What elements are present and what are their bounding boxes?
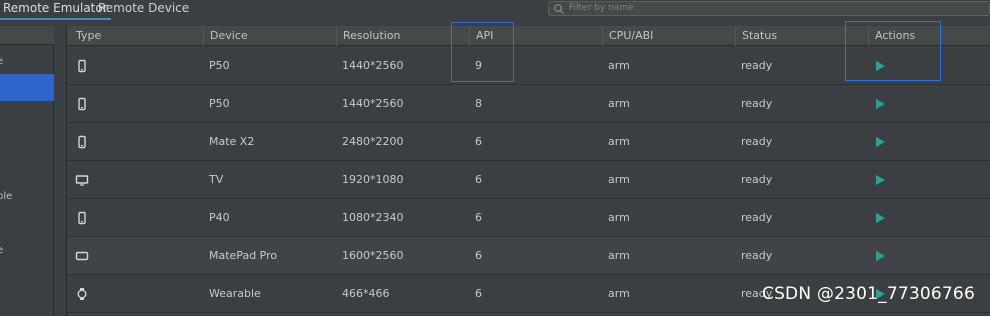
cell-resolution: 2480*2200	[342, 135, 404, 148]
cell-resolution: 1920*1080	[342, 173, 404, 186]
search-input[interactable]	[569, 2, 979, 15]
play-icon[interactable]	[874, 250, 886, 262]
sidebar-header	[0, 26, 54, 45]
cell-cpu: arm	[608, 97, 630, 110]
cell-cpu: arm	[608, 173, 630, 186]
cell-resolution: 466*466	[342, 287, 390, 300]
tv-icon	[75, 173, 89, 187]
cell-cpu: arm	[608, 59, 630, 72]
cell-resolution: 1080*2340	[342, 211, 404, 224]
cell-api: 6	[475, 173, 482, 186]
phone-icon	[75, 97, 89, 111]
cell-status: ready	[741, 249, 773, 262]
sidebar-item-1[interactable]: e	[0, 51, 54, 73]
column-header-type[interactable]: Type	[70, 26, 101, 46]
sidebar-item-3[interactable]: ble	[0, 186, 54, 208]
table-row[interactable]: MatePad Pro 1600*2560 6 arm ready	[67, 237, 990, 275]
cell-device: Mate X2	[209, 135, 255, 148]
table-header: Type Device Resolution API CPU/ABI Statu…	[67, 26, 990, 46]
cell-api: 8	[475, 97, 482, 110]
cell-status: ready	[741, 211, 773, 224]
column-header-status[interactable]: Status	[735, 26, 777, 46]
cell-resolution: 1440*2560	[342, 97, 404, 110]
cell-cpu: arm	[608, 135, 630, 148]
watch-icon	[75, 287, 89, 301]
search-box[interactable]	[548, 1, 990, 16]
top-bar: Remote Emulator Remote Device	[0, 0, 990, 20]
device-table: Type Device Resolution API CPU/ABI Statu…	[66, 26, 990, 316]
cell-device: P50	[209, 97, 230, 110]
cell-device: TV	[209, 173, 224, 186]
cell-resolution: 1440*2560	[342, 59, 404, 72]
cell-device: Wearable	[209, 287, 261, 300]
cell-api: 6	[475, 249, 482, 262]
cell-status: ready	[741, 173, 773, 186]
column-header-api[interactable]: API	[469, 26, 493, 46]
table-row[interactable]: P50 1440*2560 9 arm ready	[67, 47, 990, 85]
sidebar: e ble e	[0, 26, 54, 316]
cell-cpu: arm	[608, 249, 630, 262]
watermark: CSDN @2301_77306766	[762, 284, 975, 304]
column-header-device[interactable]: Device	[203, 26, 248, 46]
play-icon[interactable]	[874, 136, 886, 148]
play-icon[interactable]	[874, 60, 886, 72]
cell-api: 6	[475, 135, 482, 148]
cell-cpu: arm	[608, 211, 630, 224]
phone-icon	[75, 135, 89, 149]
cell-status: ready	[741, 135, 773, 148]
sidebar-item-selected[interactable]	[0, 74, 54, 101]
cell-cpu: arm	[608, 287, 630, 300]
cell-device: MatePad Pro	[209, 249, 278, 262]
table-row[interactable]: Mate X2 2480*2200 6 arm ready	[67, 123, 990, 161]
cell-status: ready	[741, 97, 773, 110]
cell-resolution: 1600*2560	[342, 249, 404, 262]
column-header-actions[interactable]: Actions	[868, 26, 915, 46]
cell-api: 9	[475, 59, 482, 72]
play-icon[interactable]	[874, 212, 886, 224]
cell-device: P40	[209, 211, 230, 224]
tab-remote-device[interactable]: Remote Device	[98, 0, 189, 20]
cell-device: P50	[209, 59, 230, 72]
cell-api: 6	[475, 287, 482, 300]
play-icon[interactable]	[874, 98, 886, 110]
column-header-resolution[interactable]: Resolution	[336, 26, 400, 46]
column-header-cpu[interactable]: CPU/ABI	[602, 26, 653, 46]
cell-status: ready	[741, 59, 773, 72]
table-row[interactable]: P50 1440*2560 8 arm ready	[67, 85, 990, 123]
play-icon[interactable]	[874, 174, 886, 186]
tablet-icon	[75, 249, 89, 263]
table-row[interactable]: TV 1920*1080 6 arm ready	[67, 161, 990, 199]
phone-icon	[75, 59, 89, 73]
phone-icon	[75, 211, 89, 225]
sidebar-item-4[interactable]: e	[0, 240, 54, 262]
cell-api: 6	[475, 211, 482, 224]
tab-remote-emulator[interactable]: Remote Emulator	[0, 0, 111, 20]
table-row[interactable]: P40 1080*2340 6 arm ready	[67, 199, 990, 237]
search-icon	[554, 4, 564, 14]
